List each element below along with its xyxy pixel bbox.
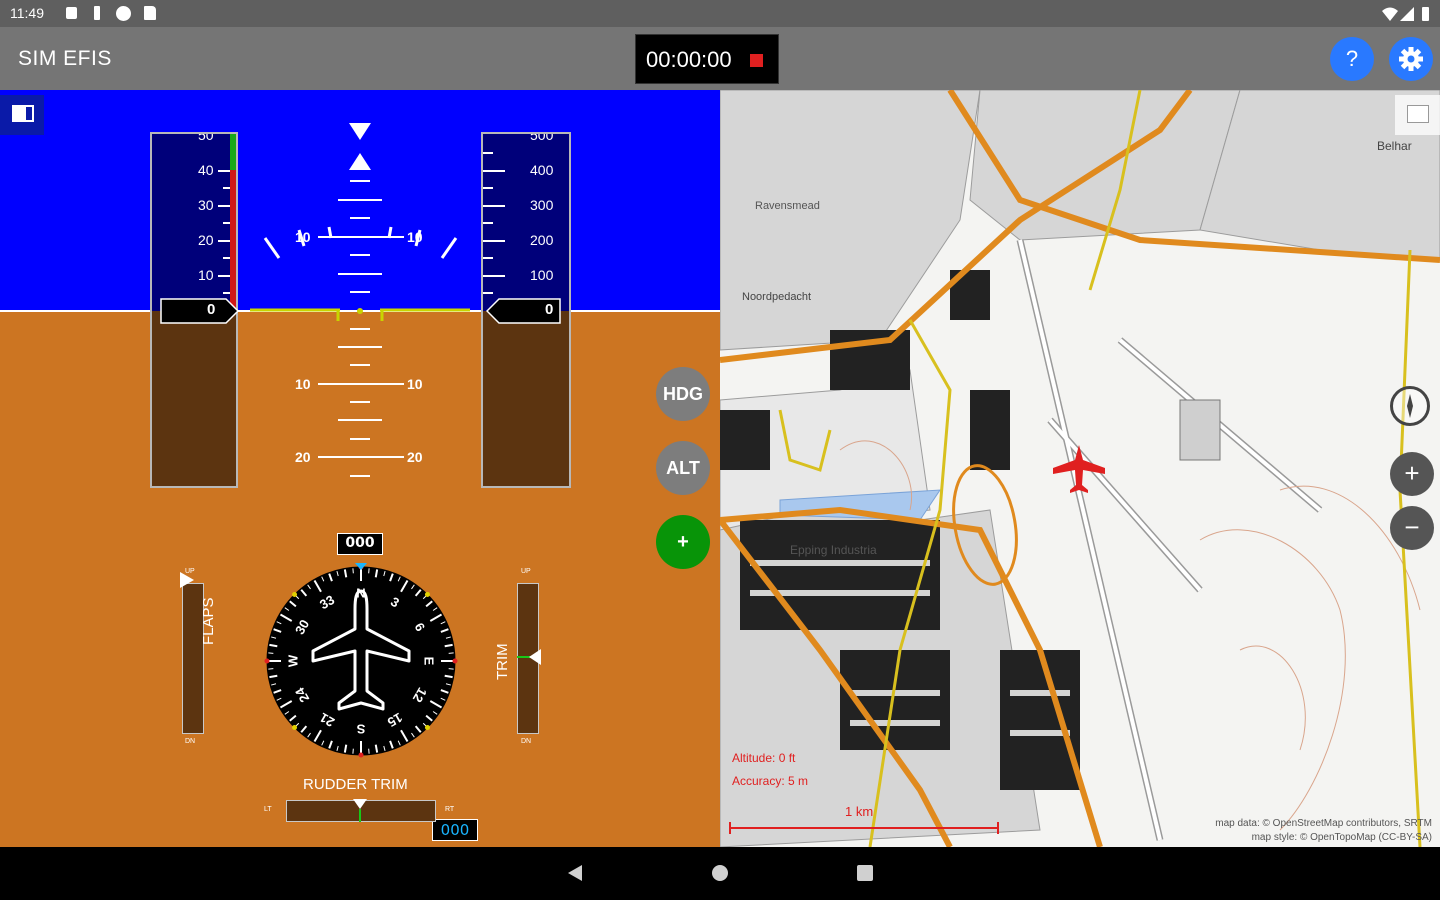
altitude-readout: 0 [545,301,554,318]
back-icon[interactable] [565,863,585,883]
rudder-trim-label: RUDDER TRIM [303,776,408,793]
flaps-top-label: UP [185,568,195,575]
altitude-tick-400: 400 [530,162,554,178]
status-time: 11:49 [10,5,44,21]
map-attribution-2[interactable]: map style: © OpenTopoMap (CC-BY-SA) [1252,832,1432,843]
map-attribution-1[interactable]: map data: © OpenStreetMap contributors, … [1215,818,1432,829]
trim-top-label: UP [521,568,531,575]
pitch-label-down20-left: 20 [295,449,311,465]
rudder-trim-pointer-icon[interactable] [351,797,369,811]
compass-label: E [422,657,437,666]
rudder-trim-left-label: LT [264,806,272,813]
trim-pointer-icon[interactable] [527,647,543,667]
pitch-label-up10-left: 10 [295,229,311,245]
compass-label: W [286,654,301,667]
trim-label: TRIM [494,643,511,680]
heading-readout: 000 [337,533,383,555]
airspeed-green-arc [230,134,236,170]
compass-marker [358,752,364,758]
compass-marker [292,592,298,598]
map-canvas[interactable] [720,90,1440,847]
navigation-bar [0,847,1440,900]
alt-button[interactable]: ALT [656,441,710,495]
pitch-label-down10-left: 10 [295,376,311,392]
compass-tick [374,569,379,578]
status-bar: 11:49 [0,0,1440,27]
zoom-in-button[interactable]: + [1390,452,1434,496]
place-label-noordpedacht: Noordpedacht [742,291,812,303]
recents-icon[interactable] [855,863,875,883]
map-scale-label: 1 km [845,804,874,819]
help-button[interactable]: ? [1330,37,1374,81]
flaps-bottom-label: DN [185,738,196,745]
trim-bottom-label: DN [521,738,532,745]
map-panel-toggle[interactable] [1395,95,1440,135]
place-label-belhar: Belhar [1377,139,1412,153]
airspeed-tick-40: 40 [198,162,214,178]
pitch-label-up10-right: 10 [407,229,423,245]
course-readout: 000 [432,819,478,841]
pitch-label-down20-right: 20 [407,449,423,465]
airspeed-tick-50: 50 [198,132,214,143]
compass-tick [269,643,278,648]
map-view[interactable]: Belhar Noordpedacht Epping Industria Rav… [720,90,1440,847]
wifi-icon [1382,7,1398,21]
compass-rose: N36E1215S2124W3033 [264,563,458,758]
add-button[interactable]: + [656,515,710,569]
compass-marker [424,724,430,730]
airspeed-tick-20: 20 [198,232,214,248]
compass-tick [374,744,379,753]
gear-icon [1399,47,1423,71]
signal-icon [1400,7,1414,21]
airspeed-readout-box [160,298,240,324]
altitude-tick-300: 300 [530,197,554,213]
hdg-button[interactable]: HDG [656,367,710,421]
place-label-epping: Epping Industria [790,543,877,557]
compass-tick [343,569,348,578]
altitude-tick-100: 100 [530,267,554,283]
compass-tick [444,643,453,648]
compass-marker [292,724,298,730]
notification-icon [66,7,77,19]
flaps-label: FLAPS [200,597,217,645]
compass-needle-icon [1407,394,1413,418]
pitch-label-down10-right: 10 [407,376,423,392]
map-altitude-overlay: Altitude: 0 ft [732,751,796,765]
record-stop-icon[interactable] [750,54,763,67]
airspeed-red-band [230,170,236,310]
battery-small-icon [94,6,100,20]
timer-value: 00:00:00 [646,47,732,72]
efis-panel: 10 10 10 10 20 20 50 40 30 20 10 0 kt 50… [0,90,720,847]
compass-tick [269,674,278,679]
airspeed-tick-10: 10 [198,267,214,283]
compass-button[interactable] [1390,386,1430,426]
place-label-ravensmead: Ravensmead [755,200,820,212]
app-title: SIM EFIS [18,47,112,70]
home-icon[interactable] [710,863,730,883]
map-accuracy-overlay: Accuracy: 5 m [732,774,809,788]
compass-label: S [356,722,365,737]
compass-marker [264,658,270,664]
sd-card-icon [144,6,156,20]
app-notification-icon [116,6,131,21]
compass-tick [343,744,348,753]
battery-icon [1422,7,1429,21]
terminal-building [1179,399,1221,461]
rudder-trim-right-label: RT [445,806,455,813]
altitude-tick-500: 500 [530,132,554,143]
panel-toggle-icon [0,95,44,135]
airspeed-readout: 0 [207,301,216,318]
flight-timer[interactable]: 00:00:00 [635,34,779,84]
altitude-tick-200: 200 [530,232,554,248]
airspeed-tick-30: 30 [198,197,214,213]
zoom-out-button[interactable]: − [1390,506,1434,550]
compass-marker [452,658,458,664]
compass-marker [424,592,430,598]
settings-button[interactable] [1389,37,1433,81]
system-status-icons [1382,7,1429,21]
compass-tick [444,674,453,679]
